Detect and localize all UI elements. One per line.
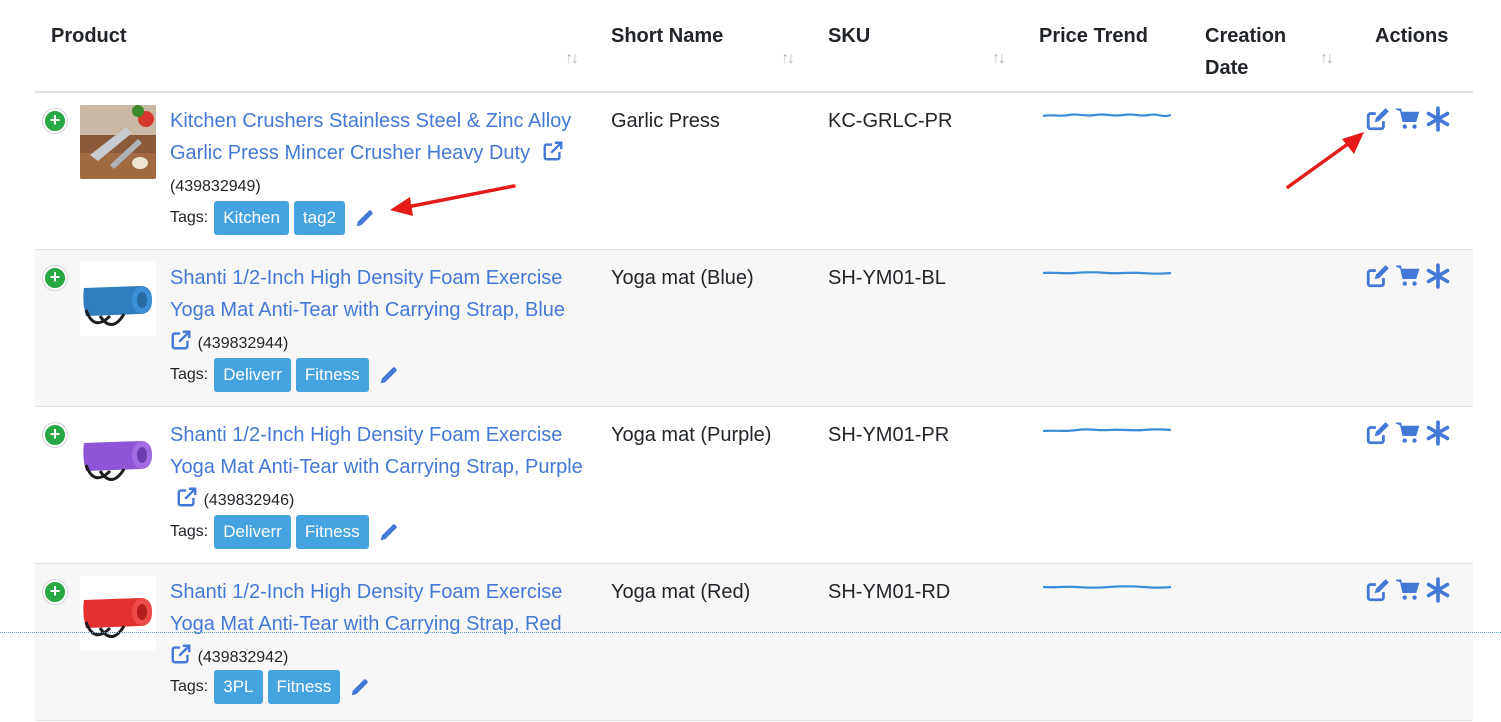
product-title-link[interactable]: Shanti 1/2-Inch High Density Foam Exerci… — [170, 424, 583, 478]
asterisk-icon[interactable] — [1425, 420, 1451, 446]
garlic-press-image — [80, 105, 156, 179]
cart-icon[interactable] — [1395, 263, 1421, 289]
product-id: (439832949) — [170, 178, 261, 195]
edit-icon[interactable] — [1365, 420, 1391, 446]
tags-line: Tags: Kitchen tag2 — [170, 201, 376, 235]
expand-row-button[interactable]: + — [43, 266, 67, 290]
tag-badge[interactable]: Deliverr — [214, 515, 291, 549]
yoga-mat-blue-image — [80, 262, 156, 336]
tag-badge[interactable]: Kitchen — [214, 201, 289, 235]
tag-badge[interactable]: Fitness — [295, 515, 369, 549]
product-thumbnail — [80, 576, 156, 650]
edit-tags-pencil-icon[interactable] — [349, 676, 371, 698]
tag-badge[interactable]: tag2 — [293, 201, 346, 235]
tag-badge[interactable]: Fitness — [267, 670, 341, 704]
edit-tags-pencil-icon[interactable] — [378, 521, 400, 543]
product-thumbnail — [80, 262, 156, 336]
page-guide-line — [0, 632, 1501, 633]
row-actions — [1365, 577, 1455, 603]
row-actions — [1365, 420, 1455, 446]
external-link-icon[interactable] — [170, 329, 192, 351]
sort-icon[interactable]: ↑↓ — [781, 50, 795, 68]
price-trend-sparkline — [1043, 428, 1171, 433]
table-header: Product ↑↓ Short Name ↑↓ SKU ↑↓ Price Tr… — [35, 0, 1473, 93]
product-cell: Shanti 1/2-Inch High Density Foam Exerci… — [170, 419, 600, 517]
product-thumbnail — [80, 105, 156, 179]
asterisk-icon[interactable] — [1425, 106, 1451, 132]
sku: SH-YM01-BL — [828, 267, 946, 289]
external-link-icon[interactable] — [170, 643, 192, 665]
product-id: (439832944) — [197, 335, 289, 352]
tags-label: Tags: — [170, 366, 209, 383]
col-price-trend: Price Trend — [1039, 25, 1148, 47]
yoga-mat-red-image — [80, 576, 156, 650]
tag-badge[interactable]: 3PL — [214, 670, 263, 704]
edit-tags-pencil-icon[interactable] — [354, 207, 376, 229]
product-id: (439832942) — [197, 649, 289, 666]
tags-line: Tags: 3PL Fitness — [170, 670, 371, 704]
sort-icon[interactable]: ↑↓ — [1320, 50, 1334, 68]
tags-line: Tags: Deliverr Fitness — [170, 358, 400, 392]
price-trend-sparkline — [1043, 113, 1171, 118]
product-title-link[interactable]: Kitchen Crushers Stainless Steel & Zinc … — [170, 110, 571, 164]
price-trend-sparkline — [1043, 585, 1171, 589]
row-actions — [1365, 263, 1455, 289]
asterisk-icon[interactable] — [1425, 263, 1451, 289]
table-row: + Shanti 1/2-Inch High Density Foam Exer… — [35, 564, 1473, 721]
yoga-mat-purple-image — [80, 419, 156, 493]
external-link-icon[interactable] — [542, 140, 564, 162]
col-short-name[interactable]: Short Name — [611, 20, 723, 52]
product-cell: Shanti 1/2-Inch High Density Foam Exerci… — [170, 576, 600, 674]
expand-row-button[interactable]: + — [43, 423, 67, 447]
tags-label: Tags: — [170, 523, 209, 540]
product-id: (439832946) — [203, 492, 295, 509]
product-title-link[interactable]: Shanti 1/2-Inch High Density Foam Exerci… — [170, 267, 565, 321]
product-title-link[interactable]: Shanti 1/2-Inch High Density Foam Exerci… — [170, 581, 562, 635]
products-table: Product ↑↓ Short Name ↑↓ SKU ↑↓ Price Tr… — [35, 0, 1473, 721]
tags-label: Tags: — [170, 209, 209, 226]
short-name: Garlic Press — [611, 110, 720, 132]
edit-icon[interactable] — [1365, 263, 1391, 289]
tags-label: Tags: — [170, 678, 209, 695]
edit-icon[interactable] — [1365, 577, 1391, 603]
short-name: Yoga mat (Blue) — [611, 267, 754, 289]
short-name: Yoga mat (Red) — [611, 581, 751, 603]
tag-badge[interactable]: Deliverr — [214, 358, 291, 392]
cart-icon[interactable] — [1395, 577, 1421, 603]
tag-badge[interactable]: Fitness — [295, 358, 369, 392]
sku: SH-YM01-RD — [828, 581, 951, 603]
cart-icon[interactable] — [1395, 106, 1421, 132]
sku: KC-GRLC-PR — [828, 110, 953, 132]
col-product[interactable]: Product — [51, 20, 127, 52]
product-thumbnail — [80, 419, 156, 493]
sort-icon[interactable]: ↑↓ — [565, 50, 579, 68]
row-actions — [1365, 106, 1455, 132]
col-sku[interactable]: SKU — [828, 20, 870, 52]
product-cell: Kitchen Crushers Stainless Steel & Zinc … — [170, 105, 600, 203]
table-row: + Shanti 1/2-Inch High Density Foam Exer… — [35, 407, 1473, 564]
tags-line: Tags: Deliverr Fitness — [170, 515, 400, 549]
product-cell: Shanti 1/2-Inch High Density Foam Exerci… — [170, 262, 600, 360]
short-name: Yoga mat (Purple) — [611, 424, 772, 446]
cart-icon[interactable] — [1395, 420, 1421, 446]
expand-row-button[interactable]: + — [43, 109, 67, 133]
external-link-icon[interactable] — [176, 486, 198, 508]
table-row: + Shanti 1/2-Inch High Density Foam Exer… — [35, 250, 1473, 407]
col-creation-date[interactable]: Creation Date — [1205, 20, 1315, 84]
sort-icon[interactable]: ↑↓ — [992, 50, 1006, 68]
edit-tags-pencil-icon[interactable] — [378, 364, 400, 386]
price-trend-sparkline — [1043, 271, 1171, 275]
sku: SH-YM01-PR — [828, 424, 950, 446]
edit-icon[interactable] — [1365, 106, 1391, 132]
table-row: + Kitchen Crushers Stainless Steel & Zin… — [35, 93, 1473, 250]
expand-row-button[interactable]: + — [43, 580, 67, 604]
col-actions: Actions — [1375, 25, 1449, 47]
asterisk-icon[interactable] — [1425, 577, 1451, 603]
